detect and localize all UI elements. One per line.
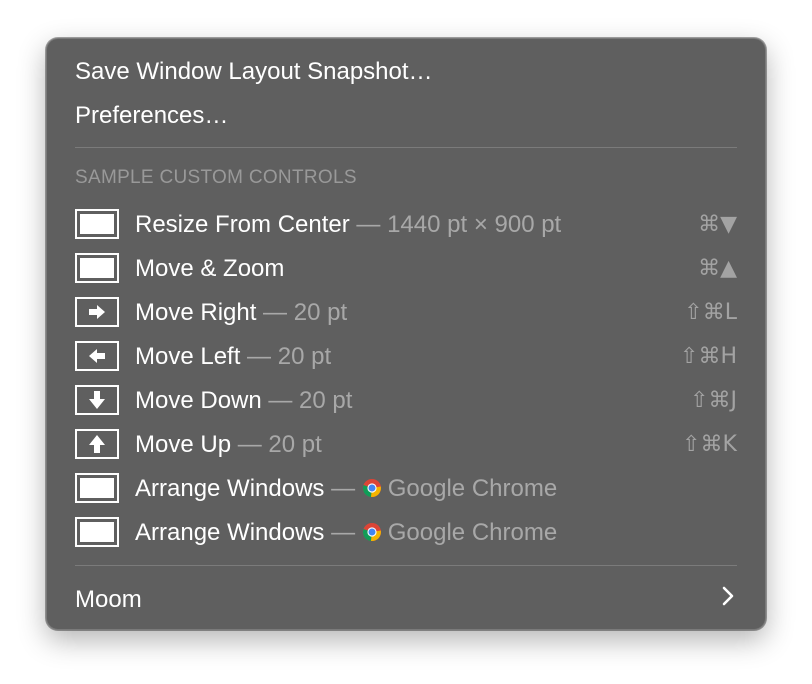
window-full-icon [75,473,119,503]
preferences-item[interactable]: Preferences… [75,101,228,131]
separator [75,147,737,148]
control-detail: — 20 pt [231,431,322,458]
control-detail: — 20 pt [261,387,353,414]
control-move-down[interactable]: Move Down — 20 pt ⇧⌘J [75,383,737,419]
app-name: Google Chrome [387,519,558,546]
arrow-down-icon [75,385,119,415]
control-title: Move & Zoom [135,255,285,282]
control-detail: — [324,519,362,546]
control-detail: — [324,475,362,502]
arrow-left-icon [75,341,119,371]
arrow-up-icon [75,429,119,459]
control-title: Arrange Windows [135,475,325,502]
shortcut-label: ⇧⌘L [684,300,737,325]
app-name: Google Chrome [387,475,558,502]
shortcut-label: ⇧⌘K [682,432,737,457]
control-detail: — 20 pt [240,343,332,370]
shortcut-label: ⇧⌘H [680,344,737,369]
control-move-left[interactable]: Move Left — 20 pt ⇧⌘H [75,339,737,375]
separator [75,565,737,566]
control-title: Move Down [135,387,262,414]
save-window-layout-snapshot-item[interactable]: Save Window Layout Snapshot… [75,57,433,87]
shortcut-label: ⇧⌘J [690,388,737,413]
chrome-icon [362,479,381,498]
control-title: Move Right [135,299,257,326]
chrome-icon [362,523,381,542]
control-resize-from-center[interactable]: Resize From Center — 1440 pt × 900 pt ⌘▼ [75,207,737,243]
chevron-right-icon [722,586,734,606]
control-move-right[interactable]: Move Right — 20 pt ⇧⌘L [75,295,737,331]
window-full-icon [75,517,119,547]
context-menu: Save Window Layout Snapshot… Preferences… [46,38,766,630]
arrow-right-icon [75,297,119,327]
control-title: Move Up [135,431,232,458]
section-header: SAMPLE CUSTOM CONTROLS [75,167,357,188]
control-title: Arrange Windows [135,519,325,546]
control-detail: — 20 pt [256,299,348,326]
control-arrange-windows-chrome-1[interactable]: Arrange Windows — Google Chrome [75,471,737,507]
shortcut-label: ⌘▲ [698,256,737,281]
shortcut-label: ⌘▼ [698,212,737,237]
control-move-up[interactable]: Move Up — 20 pt ⇧⌘K [75,427,737,463]
control-title: Resize From Center [135,211,350,238]
window-full-icon [75,209,119,239]
control-detail: — 1440 pt × 900 pt [349,211,562,238]
control-arrange-windows-chrome-2[interactable]: Arrange Windows — Google Chrome [75,515,737,551]
window-full-icon [75,253,119,283]
control-move-and-zoom[interactable]: Move & Zoom ⌘▲ [75,251,737,287]
moom-submenu-item[interactable]: Moom [75,585,142,615]
control-title: Move Left [135,343,241,370]
